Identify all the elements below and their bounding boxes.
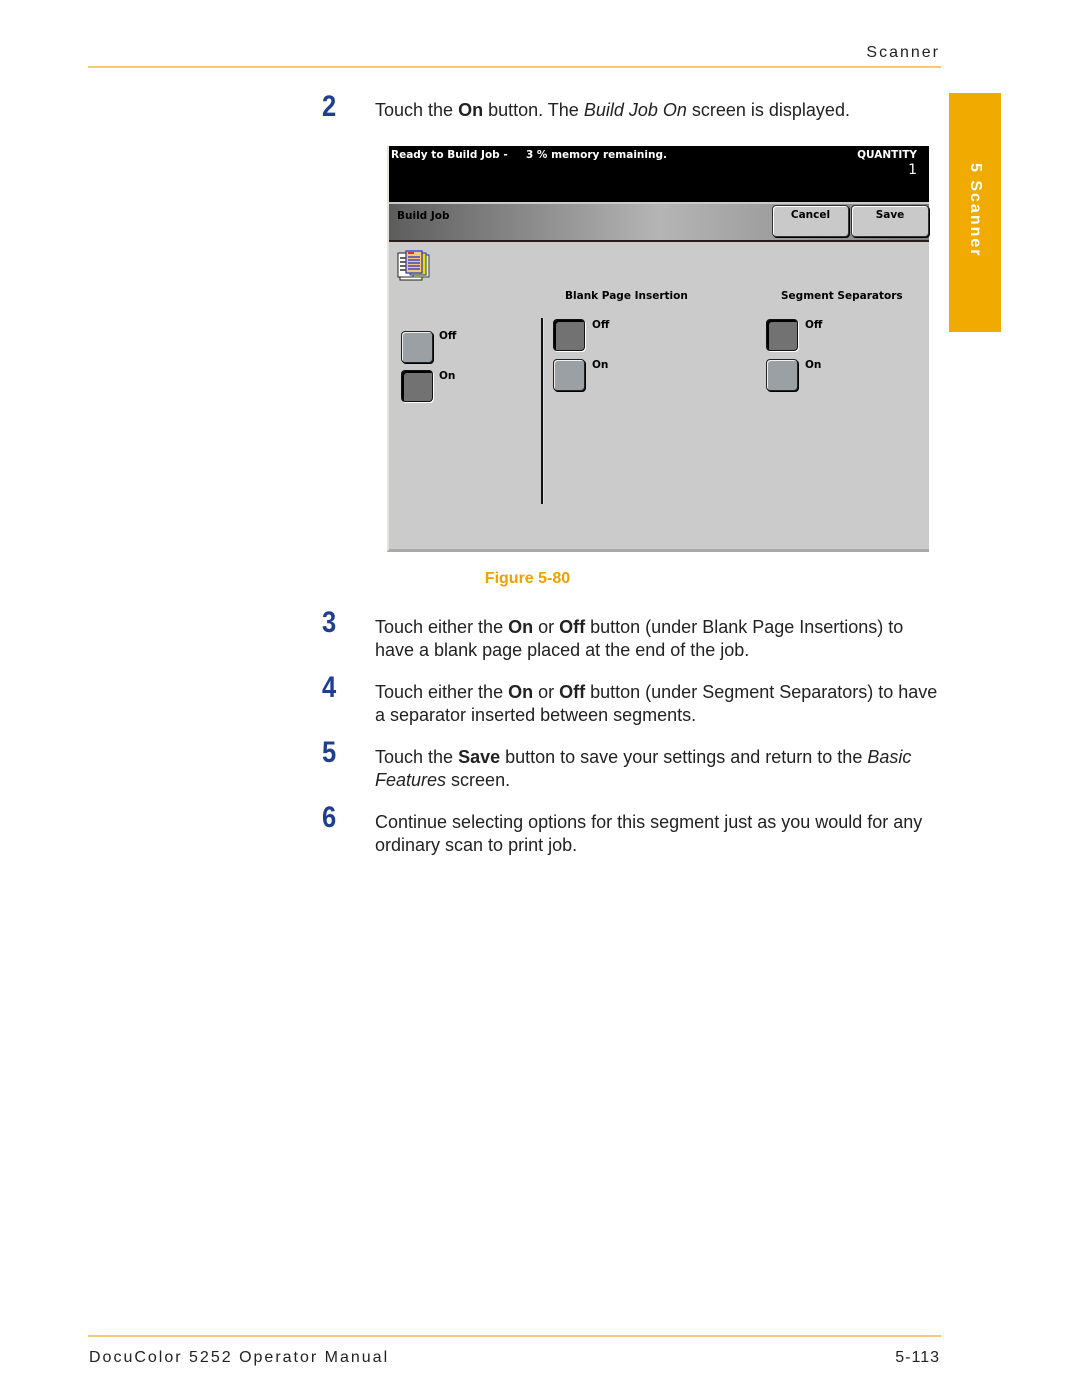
text-run: Touch either the — [375, 617, 509, 637]
text-run: Touch the — [375, 747, 459, 767]
text-run: screen is displayed. — [686, 100, 850, 120]
build-job-on-label: On — [439, 370, 456, 382]
figure-caption-text: Figure 5-80 — [484, 570, 571, 587]
quantity-label: QUANTITY — [857, 149, 917, 161]
bold-term: On — [508, 682, 534, 702]
text-run: Touch the — [375, 100, 459, 120]
footer-page-number: 5-113 — [895, 1349, 940, 1366]
text-run: Continue selecting options for this segm… — [375, 812, 923, 855]
text-run: button to save your settings and return … — [500, 747, 868, 767]
segment-separators-on-label: On — [805, 359, 822, 371]
text-run: screen. — [446, 770, 511, 790]
step-number: 5 — [322, 736, 337, 769]
segment-separators-off-label: Off — [805, 319, 823, 331]
save-button[interactable]: Save — [851, 205, 929, 237]
blank-page-off-button[interactable] — [553, 319, 585, 351]
bold-term: On — [508, 617, 534, 637]
column-divider — [541, 318, 543, 504]
text-run: or — [533, 682, 560, 702]
chapter-side-tab-label: 5 Scanner — [967, 163, 984, 258]
feature-title-bar: Build Job Cancel Save — [389, 204, 929, 242]
step-number: 4 — [322, 671, 337, 704]
step-text: Touch either the On or Off button (under… — [375, 681, 945, 727]
footer-rule — [88, 1335, 941, 1337]
bold-term: Off — [559, 682, 586, 702]
bold-term: Off — [559, 617, 586, 637]
chapter-side-tab: 5 Scanner — [949, 93, 1001, 332]
segment-separators-off-button[interactable] — [766, 319, 798, 351]
blank-page-insertion-header: Blank Page Insertion — [565, 290, 688, 302]
segment-separators-on-button[interactable] — [766, 359, 798, 391]
status-bar: Ready to Build Job - 3 % memory remainin… — [389, 146, 929, 202]
step-number: 6 — [322, 801, 337, 834]
text-run: button. The — [483, 100, 584, 120]
build-job-icon — [397, 250, 430, 281]
segment-separators-header: Segment Separators — [781, 290, 903, 302]
header-rule — [88, 66, 941, 68]
cancel-button[interactable]: Cancel — [772, 205, 849, 237]
text-run: Touch either the — [375, 682, 509, 702]
step-text: Touch the On button. The Build Job On sc… — [375, 99, 945, 122]
step-text: Touch either the On or Off button (under… — [375, 616, 945, 662]
text-run: or — [533, 617, 560, 637]
step-number: 3 — [322, 606, 337, 639]
bold-term: Save — [458, 747, 501, 767]
italic-term: Build Job On — [583, 100, 687, 120]
build-job-off-button[interactable] — [401, 331, 433, 363]
footer-manual-title: DocuColor 5252 Operator Manual — [89, 1349, 390, 1366]
bold-term: On — [458, 100, 484, 120]
step-number: 2 — [322, 90, 337, 123]
step-text: Touch the Save button to save your setti… — [375, 746, 945, 792]
status-message: Ready to Build Job - 3 % memory remainin… — [391, 149, 667, 161]
step-text: Continue selecting options for this segm… — [375, 811, 945, 857]
feature-title: Build Job — [397, 210, 450, 222]
quantity-value: 1 — [908, 162, 917, 178]
blank-page-on-button[interactable] — [553, 359, 585, 391]
blank-page-off-label: Off — [592, 319, 610, 331]
blank-page-on-label: On — [592, 359, 609, 371]
build-job-off-label: Off — [439, 330, 457, 342]
figure-caption: Figure 5-80 — [0, 570, 1080, 588]
build-job-on-button[interactable] — [401, 370, 433, 402]
build-job-screen: Ready to Build Job - 3 % memory remainin… — [387, 146, 929, 552]
running-header-section: Scanner — [866, 44, 940, 61]
